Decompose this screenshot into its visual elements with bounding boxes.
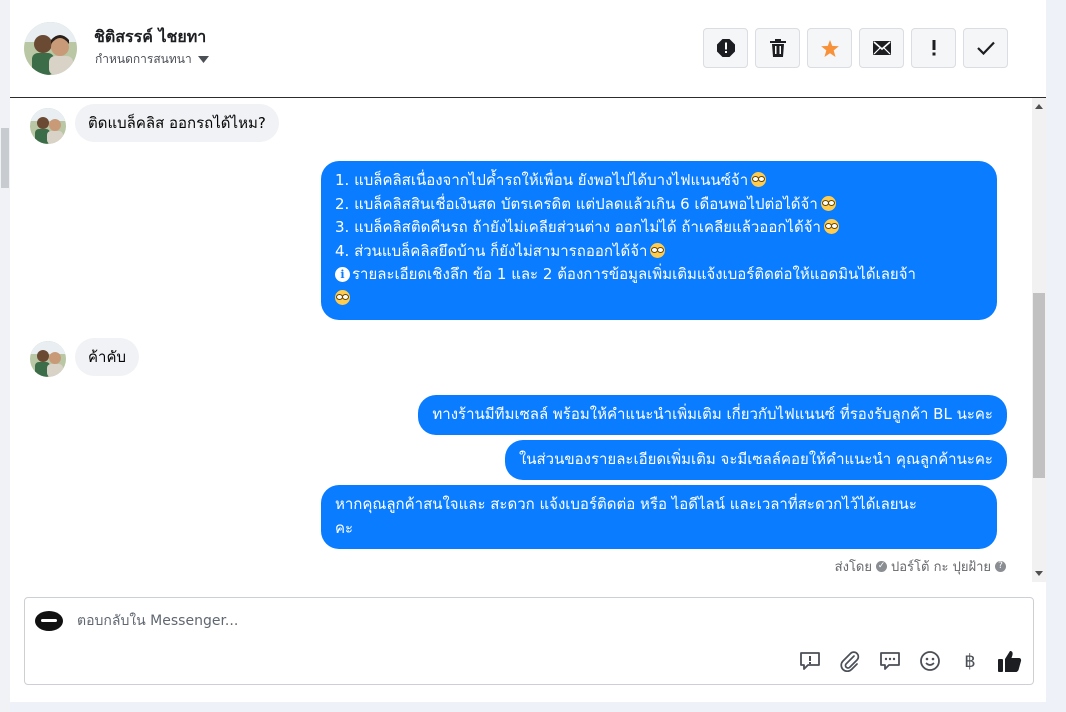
star-icon bbox=[820, 39, 839, 57]
emoji-icon bbox=[650, 242, 666, 258]
payment-button[interactable]: ฿ bbox=[957, 648, 983, 674]
attach-button[interactable] bbox=[837, 648, 863, 674]
composer-tools: ฿ bbox=[797, 648, 1023, 674]
conversation-panel: ชิติสรรค์ ไชยทา กำหนดการสนทนา ติดแบล็คลิ… bbox=[10, 0, 1046, 702]
page-logo bbox=[35, 611, 63, 631]
report-button[interactable] bbox=[703, 28, 748, 68]
message-line-text: 4. ส่วนแบล็คลิสยึดบ้าน ก็ยังไม่สามารถออก… bbox=[335, 241, 648, 260]
emoji-icon bbox=[751, 172, 767, 187]
message-line: 4. ส่วนแบล็คลิสยึดบ้าน ก็ยังไม่สามารถออก… bbox=[335, 240, 983, 264]
scroll-up-arrow-icon[interactable] bbox=[1035, 104, 1043, 109]
message-line: 2. แบล็คลิสสินเชื่อเงินสด บัตรเครดิต แต่… bbox=[335, 193, 983, 217]
scroll-down-arrow-icon[interactable] bbox=[1035, 571, 1043, 576]
outgoing-message[interactable]: ในส่วนของรายละเอียดเพิ่มเติม จะมีเซลล์คอ… bbox=[504, 440, 1007, 480]
left-scrollbar[interactable] bbox=[0, 0, 10, 712]
contact-avatar-small bbox=[30, 341, 66, 377]
contact-name[interactable]: ชิติสรรค์ ไชยทา bbox=[94, 25, 206, 50]
envelope-icon bbox=[872, 41, 891, 55]
emoji-icon bbox=[823, 219, 839, 235]
left-scrollbar-thumb[interactable] bbox=[1, 128, 9, 188]
message-line: 1. แบล็คลิสเนื่องจากไปค้ำรถให้เพื่อน ยัง… bbox=[335, 169, 983, 193]
check-icon bbox=[976, 41, 995, 55]
info-icon: i bbox=[335, 267, 350, 283]
thread-scrollbar-thumb[interactable] bbox=[1033, 293, 1045, 478]
spam-button[interactable] bbox=[911, 28, 956, 68]
message-thread: ติดแบล็คลิส ออกรถได้ไหม? 1. แบล็คลิสเนื่… bbox=[10, 98, 1032, 582]
incoming-message[interactable]: ค้าคับ bbox=[75, 338, 140, 376]
reply-input[interactable] bbox=[77, 609, 777, 633]
message-line-text: 2. แบล็คลิสสินเชื่อเงินสด บัตรเครดิต แต่… bbox=[335, 194, 818, 213]
outgoing-message[interactable]: 1. แบล็คลิสเนื่องจากไปค้ำรถให้เพื่อน ยัง… bbox=[321, 161, 997, 320]
message-line-text: รายละเอียดเชิงลึก ข้อ 1 และ 2 ต้องการข้อ… bbox=[352, 265, 916, 284]
emoji-icon bbox=[820, 195, 836, 211]
page-background bbox=[1046, 0, 1066, 712]
message-line: 3. แบล็คลิสติดคืนรถ ถ้ายังไม่เคลียส่วนต่… bbox=[335, 216, 983, 240]
message-line: หากคุณลูกค้าสนใจและ สะดวก แจ้งเบอร์ติดต่… bbox=[335, 495, 917, 513]
message-line: i รายละเอียดเชิงลึก ข้อ 1 และ 2 ต้องการข้… bbox=[335, 263, 983, 287]
sent-by-label: ส่งโดย ✓ ปอร์โต้ กะ ปุยฝ้าย ? bbox=[835, 556, 1006, 577]
contact-avatar[interactable] bbox=[24, 22, 77, 75]
baht-icon: ฿ bbox=[964, 650, 976, 672]
sent-by-prefix: ส่งโดย bbox=[834, 560, 872, 575]
message-line bbox=[335, 287, 983, 311]
header-actions bbox=[703, 28, 1008, 68]
chat-bubbles-icon bbox=[880, 652, 900, 670]
outgoing-message[interactable]: หากคุณลูกค้าสนใจและ สะดวก แจ้งเบอร์ติดต่… bbox=[321, 485, 997, 549]
help-icon[interactable]: ? bbox=[995, 561, 1006, 572]
mark-done-button[interactable] bbox=[963, 28, 1008, 68]
conversation-status-label: กำหนดการสนทนา bbox=[95, 52, 192, 66]
report-icon bbox=[716, 39, 735, 57]
star-button[interactable] bbox=[807, 28, 852, 68]
attachment-icon bbox=[840, 651, 860, 672]
saved-reply-icon bbox=[800, 652, 820, 670]
emoji-icon bbox=[920, 651, 940, 671]
incoming-message[interactable]: ติดแบล็คลิส ออกรถได้ไหม? bbox=[75, 104, 279, 142]
mark-unread-button[interactable] bbox=[859, 28, 904, 68]
exclamation-icon bbox=[932, 40, 935, 56]
delete-button[interactable] bbox=[755, 28, 800, 68]
trash-icon bbox=[769, 39, 786, 57]
like-button[interactable] bbox=[997, 648, 1023, 674]
quick-replies-button[interactable] bbox=[877, 648, 903, 674]
sender-name[interactable]: ปอร์โต้ กะ ปุยฝ้าย bbox=[891, 556, 991, 577]
saved-reply-button[interactable] bbox=[797, 648, 823, 674]
message-line: คะ bbox=[335, 518, 354, 537]
caret-down-icon bbox=[197, 56, 209, 63]
message-line-text: 1. แบล็คลิสเนื่องจากไปค้ำรถให้เพื่อน ยัง… bbox=[335, 171, 749, 189]
reply-composer: ฿ bbox=[24, 597, 1034, 685]
check-circle-icon: ✓ bbox=[876, 561, 887, 572]
conversation-header: ชิติสรรค์ ไชยทา กำหนดการสนทนา bbox=[10, 0, 1046, 98]
contact-avatar-small bbox=[30, 108, 66, 144]
like-icon bbox=[998, 651, 1022, 672]
message-line-text: 3. แบล็คลิสติดคืนรถ ถ้ายังไม่เคลียส่วนต่… bbox=[335, 218, 821, 237]
emoji-button[interactable] bbox=[917, 648, 943, 674]
thread-scrollbar[interactable] bbox=[1032, 98, 1046, 582]
outgoing-message[interactable]: ทางร้านมีทีมเซลล์ พร้อมให้คำแนะนำเพิ่มเต… bbox=[418, 395, 1007, 435]
conversation-status[interactable]: กำหนดการสนทนา bbox=[95, 50, 209, 69]
emoji-icon bbox=[335, 289, 350, 305]
